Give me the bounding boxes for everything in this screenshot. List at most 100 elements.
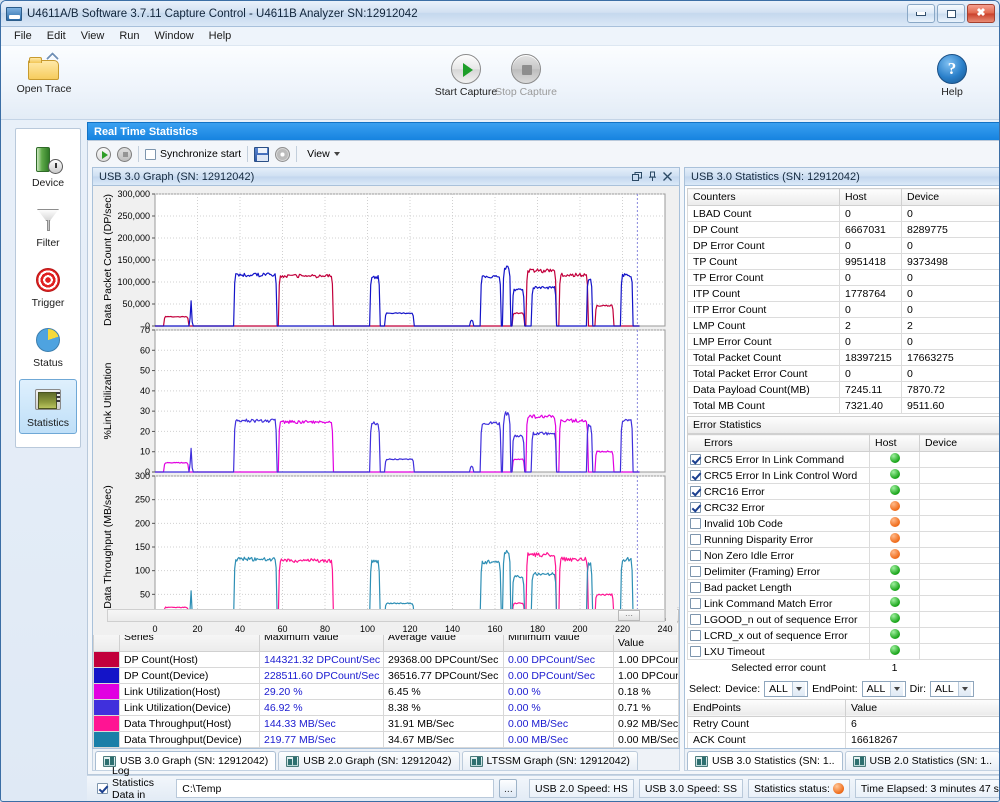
error-table-row[interactable]: LCRD_x out of sequence Error: [688, 628, 1000, 644]
menu-item-help[interactable]: Help: [202, 28, 239, 44]
error-checkbox[interactable]: [690, 630, 701, 641]
error-checkbox[interactable]: [690, 470, 701, 481]
log-folder-input[interactable]: C:\Temp: [176, 779, 494, 798]
counters-table-row[interactable]: Total MB Count7321.409511.60: [688, 398, 1000, 414]
error-host-status: [870, 644, 920, 660]
device-filter-select[interactable]: ALL: [764, 681, 808, 697]
error-table-row[interactable]: CRC32 Error: [688, 500, 1000, 516]
endpoint-filter-select[interactable]: ALL: [862, 681, 906, 697]
chart-horizontal-scrollbar[interactable]: ◀ ⋯ ▶: [93, 607, 679, 622]
sidebar-item-status[interactable]: Status: [19, 319, 77, 374]
stop-statistics-button[interactable]: [117, 147, 132, 162]
gear-icon[interactable]: [275, 147, 290, 162]
help-button[interactable]: ? Help: [909, 54, 995, 98]
counters-table-row[interactable]: Total Packet Count1839721517663275: [688, 350, 1000, 366]
start-statistics-button[interactable]: [96, 147, 111, 162]
tab-usb3-statistics[interactable]: USB 3.0 Statistics (SN: 1..: [687, 751, 843, 770]
scroll-track[interactable]: ⋯: [107, 609, 665, 622]
stop-capture-button[interactable]: Stop Capture: [483, 54, 569, 98]
sidebar-item-trigger[interactable]: Trigger: [19, 259, 77, 314]
series-min: 0.00 DPCount/Sec: [504, 652, 614, 668]
series-table-row[interactable]: Link Utilization(Host)29.20 %6.45 %0.00 …: [94, 684, 679, 700]
error-checkbox[interactable]: [690, 566, 701, 577]
view-menu-button[interactable]: View: [303, 146, 344, 162]
error-table-row[interactable]: LXU Timeout: [688, 644, 1000, 660]
error-checkbox[interactable]: [690, 646, 701, 657]
series-table-row[interactable]: Data Throughput(Device)219.77 MB/Sec34.6…: [94, 732, 679, 748]
series-table-row[interactable]: Link Utilization(Device)46.92 %8.38 %0.0…: [94, 700, 679, 716]
series-table-row[interactable]: DP Count(Host)144321.32 DPCount/Sec29368…: [94, 652, 679, 668]
synchronize-start-checkbox[interactable]: Synchronize start: [145, 148, 241, 160]
sidebar-item-statistics[interactable]: Statistics: [19, 379, 77, 434]
pin-icon[interactable]: [645, 170, 660, 184]
counters-table-row[interactable]: Data Payload Count(MB)7245.117870.72: [688, 382, 1000, 398]
error-checkbox[interactable]: [690, 598, 701, 609]
series-table-row[interactable]: Data Throughput(Host)144.33 MB/Sec31.91 …: [94, 716, 679, 732]
menu-item-file[interactable]: File: [7, 28, 39, 44]
error-checkbox[interactable]: [690, 518, 701, 529]
tab-usb2-statistics[interactable]: USB 2.0 Statistics (SN: 1..: [845, 751, 1000, 770]
error-table-row[interactable]: Link Command Match Error: [688, 596, 1000, 612]
menu-item-run[interactable]: Run: [112, 28, 146, 44]
error-table-row[interactable]: Delimiter (Framing) Error: [688, 564, 1000, 580]
restore-icon[interactable]: [630, 170, 645, 184]
error-checkbox[interactable]: [690, 550, 701, 561]
error-table-row[interactable]: CRC5 Error In Link Control Word: [688, 468, 1000, 484]
browse-folder-button[interactable]: ...: [499, 779, 517, 798]
error-table-row[interactable]: Non Zero Idle Error: [688, 548, 1000, 564]
dir-filter-select[interactable]: ALL: [930, 681, 974, 697]
menu-item-edit[interactable]: Edit: [40, 28, 73, 44]
series-table-row[interactable]: DP Count(Device)228511.60 DPCount/Sec365…: [94, 668, 679, 684]
close-button[interactable]: ✖: [967, 4, 995, 23]
error-name: Bad packet Length: [688, 580, 870, 596]
statistics-pane: USB 3.0 Statistics (SN: 12912042): [684, 167, 1000, 771]
endpoints-table-row[interactable]: Retry Count6: [688, 716, 1000, 732]
endpoint-name: Retry Count: [688, 716, 846, 732]
sidebar-item-filter[interactable]: Filter: [19, 199, 77, 254]
counters-table-row[interactable]: LBAD Count00: [688, 206, 1000, 222]
counters-table-row[interactable]: TP Count99514189373498: [688, 254, 1000, 270]
usb3-graph-chart[interactable]: 050,000100,000150,000200,000250,000300,0…: [93, 186, 679, 607]
counters-table-row[interactable]: LMP Error Count00: [688, 334, 1000, 350]
error-checkbox[interactable]: [690, 454, 701, 465]
open-trace-button[interactable]: Open Trace: [1, 56, 87, 95]
log-statistics-checkbox[interactable]: Log Statistics Data in Folder: [97, 765, 171, 802]
save-icon[interactable]: [254, 147, 269, 162]
counters-table-row[interactable]: TP Error Count00: [688, 270, 1000, 286]
error-checkbox[interactable]: [690, 486, 701, 497]
error-table-row[interactable]: Invalid 10b Code: [688, 516, 1000, 532]
status-dot-icon: [890, 501, 900, 511]
error-table-row[interactable]: CRC16 Error: [688, 484, 1000, 500]
counters-section: Counters Host Device LBAD Count00DP Coun…: [685, 186, 1000, 416]
sidebar-item-device[interactable]: Device: [19, 139, 77, 194]
maximize-button[interactable]: [937, 4, 965, 23]
error-checkbox[interactable]: [690, 502, 701, 513]
counters-table-row[interactable]: DP Error Count00: [688, 238, 1000, 254]
scroll-thumb[interactable]: ⋯: [618, 610, 640, 621]
counter-device: 17663275: [902, 350, 1000, 366]
menu-item-window[interactable]: Window: [148, 28, 201, 44]
counters-table-row[interactable]: Total Packet Error Count00: [688, 366, 1000, 382]
error-checkbox[interactable]: [690, 614, 701, 625]
svg-text:220: 220: [615, 624, 630, 634]
menu-item-view[interactable]: View: [74, 28, 112, 44]
endpoints-table-row[interactable]: ACK Count16618267: [688, 732, 1000, 748]
error-checkbox[interactable]: [690, 534, 701, 545]
minimize-button[interactable]: [907, 4, 935, 23]
counters-table-row[interactable]: ITP Error Count00: [688, 302, 1000, 318]
counters-table-row[interactable]: ITP Count17787640: [688, 286, 1000, 302]
tab-usb2-graph[interactable]: USB 2.0 Graph (SN: 12912042): [278, 751, 459, 770]
error-checkbox[interactable]: [690, 582, 701, 593]
error-table-row[interactable]: Bad packet Length: [688, 580, 1000, 596]
error-table-row[interactable]: Running Disparity Error: [688, 532, 1000, 548]
counter-device: 0: [902, 286, 1000, 302]
close-icon[interactable]: [660, 170, 675, 184]
counters-table-row[interactable]: DP Count66670318289775: [688, 222, 1000, 238]
error-host-status: [870, 612, 920, 628]
error-table-row[interactable]: CRC5 Error In Link Command: [688, 452, 1000, 468]
endpoint-value: 6: [846, 716, 1000, 732]
counters-table-row[interactable]: LMP Count22: [688, 318, 1000, 334]
series-name: Data Throughput(Host): [120, 716, 260, 732]
tab-ltssm-graph[interactable]: LTSSM Graph (SN: 12912042): [462, 751, 638, 770]
error-table-row[interactable]: LGOOD_n out of sequence Error: [688, 612, 1000, 628]
